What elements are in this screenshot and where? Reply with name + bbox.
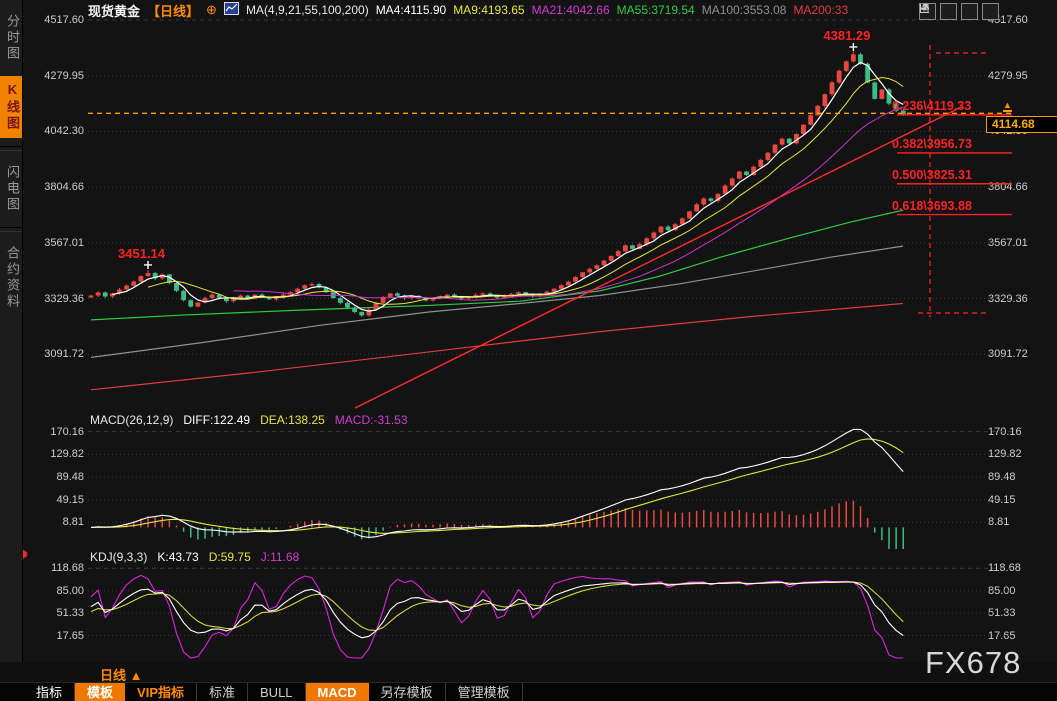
kdj-j-value: J:11.68 [260,550,300,564]
scroll-to-latest-icon[interactable]: ▲ [1003,100,1012,112]
date-axis: 日线 ▲ [0,662,1057,683]
fx678-watermark: FX678 [925,645,1022,680]
ma100-value: MA100:3553.08 [701,3,787,17]
fit-left-axis-icon[interactable] [920,3,957,20]
tab-templates[interactable]: 模板 [75,683,126,701]
trading-app-window: 现货黄金 【日线】 ⊕ MA(4,9,21,55,100,200) MA4:41… [0,0,1057,701]
tab-indicators[interactable]: 指标 [24,683,76,701]
add-indicator-icon[interactable]: ⊕ [206,2,217,18]
ma-settings[interactable]: MA(4,9,21,55,100,200) [246,3,369,17]
symbol-title: 现货黄金 [88,3,141,19]
tab-vip-indicators[interactable]: VIP指标 [125,683,197,701]
fib-level-label: 0.382\3956.73 [892,137,972,152]
kdj-k-value: K:43.73 [157,550,199,564]
fib-level-label: 0.500\3825.31 [892,168,972,183]
kdj-name[interactable]: KDJ(9,3,3) [90,550,147,564]
sidebar-item-lightning-chart[interactable]: 闪电图 [0,159,22,219]
sidebar-item-time-chart[interactable]: 分时图 [0,8,22,68]
macd-dea-value: DEA:138.25 [260,413,325,427]
swing-price-label: 3451.14 [118,245,165,261]
tab-bull[interactable]: BULL [248,683,306,701]
macd-name[interactable]: MACD(26,12,9) [90,413,173,427]
ma55-value: MA55:3719.54 [616,3,695,17]
sidebar-separator [0,227,22,232]
period-tag[interactable]: 【日线】 [147,1,199,20]
indicator-bar: 现货黄金 【日线】 ⊕ MA(4,9,21,55,100,200) MA4:41… [24,0,914,20]
kdj-d-value: D:59.75 [208,550,251,564]
bottom-toolbar: 指标 模板 VIP指标 标准 BULL MACD 另存模板 管理模板 [0,682,1057,701]
fib-level-label: 0.236\4119.33 [892,99,972,114]
fib-level-label: 0.618\3693.88 [892,199,972,214]
swing-price-label: 4381.29 [823,27,871,43]
ma9-value: MA9:4193.65 [453,3,525,17]
tab-manage-template[interactable]: 管理模板 [446,683,523,701]
chart-window-controls [919,3,999,20]
tab-macd[interactable]: MACD [305,683,369,701]
kdj-label-row: KDJ(9,3,3) K:43.73 D:59.75 J:11.68 [90,550,299,564]
ma4-value: MA4:4115.90 [375,3,447,17]
last-price-badge: 4114.68 [986,116,1057,133]
fit-right-axis-icon[interactable] [920,3,978,20]
macd-label-row: MACD(26,12,9) DIFF:122.49 DEA:138.25 MAC… [90,413,408,427]
sidebar-item-kline-chart[interactable]: K线图 [0,76,22,138]
macd-diff-value: DIFF:122.49 [183,413,251,427]
ma200-value: MA200:33 [793,3,849,17]
tab-standard[interactable]: 标准 [197,683,249,701]
sidebar-separator [0,146,22,151]
chart-type-icon[interactable] [223,2,239,18]
macd-value: MACD:-31.53 [334,413,408,427]
sidebar-item-contract-info[interactable]: 合约资料 [0,240,22,316]
period-arrow-icon: ▲ [129,668,143,683]
ma21-value: MA21:4042.66 [531,3,610,17]
period-label: 日线 [100,668,127,683]
tab-save-template[interactable]: 另存模板 [369,683,446,701]
pop-out-icon[interactable] [920,3,999,20]
chart-mode-sidebar: 分时图 K线图 闪电图 合约资料 [0,0,23,662]
